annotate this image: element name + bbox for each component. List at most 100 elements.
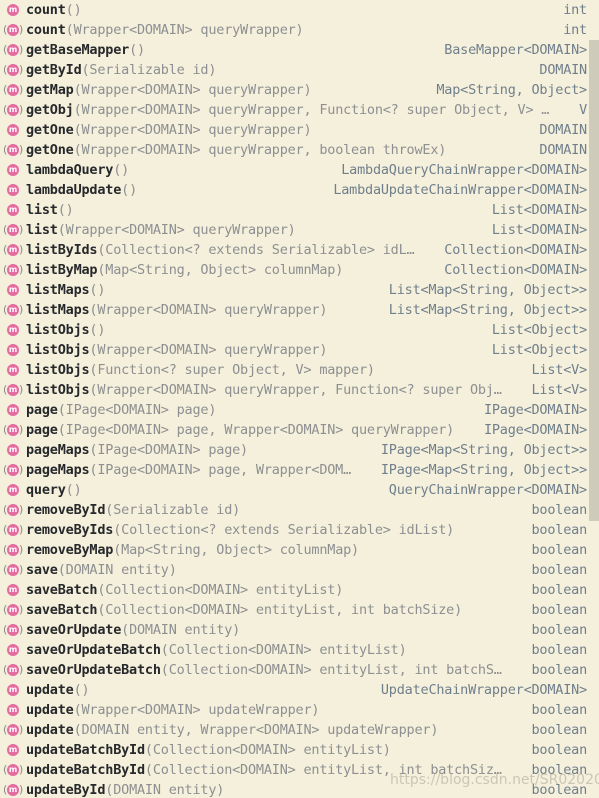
method-name: getOne — [26, 142, 74, 158]
completion-item[interactable]: (m) page(IPage<DOMAIN> page) IPage<DOMAIN> — [0, 400, 591, 420]
completion-item[interactable]: (m)updateBatchById(Collection<DOMAIN> en… — [0, 740, 591, 760]
return-type: boolean — [531, 722, 588, 738]
completion-signature: page(IPage<DOMAIN> page, Wrapper<DOMAIN>… — [26, 420, 470, 440]
method-parameters: (Map<String, Object> columnMap) — [113, 542, 359, 558]
completion-item[interactable]: (m) pageMaps(IPage<DOMAIN> page, Wrapper<… — [0, 460, 591, 480]
completion-item[interactable]: (m) query() QueryChainWrapper<DOMAIN> — [0, 480, 591, 500]
completion-signature: listByIds(Collection<? extends Serializa… — [26, 240, 430, 260]
method-name: updateBatchById — [26, 762, 145, 778]
completion-item[interactable]: (m) listMaps() List<Map<String, Object>> — [0, 280, 591, 300]
completion-item[interactable]: (m) lambdaUpdate() LambdaUpdateChainWrappe… — [0, 180, 591, 200]
completion-signature: getOne(Wrapper<DOMAIN> queryWrapper, boo… — [26, 140, 525, 160]
inherited-bracket-left-icon: ( — [3, 563, 8, 576]
completion-item[interactable]: (m)updateBatchById(Collection<DOMAIN> en… — [0, 760, 591, 780]
method-parameters: () — [121, 182, 137, 198]
inherited-bracket-right-icon: ) — [19, 223, 24, 236]
return-type: List<Object> — [491, 342, 587, 358]
method-name: list — [26, 202, 58, 218]
completion-signature: listObjs() — [26, 320, 478, 340]
return-type: BaseMapper<DOMAIN> — [444, 42, 587, 58]
method-name: lambdaUpdate — [26, 182, 122, 198]
method-parameters: () — [57, 202, 74, 218]
scrollbar-thumb[interactable] — [589, 40, 599, 521]
completion-item[interactable]: (m) getOne(Wrapper<DOMAIN> queryWrapper) D… — [0, 120, 591, 140]
inherited-bracket-left-icon: ( — [3, 663, 8, 676]
method-name: getBaseMapper — [26, 42, 130, 58]
completion-item[interactable]: (m) getById(Serializable id) DOMAIN — [0, 60, 591, 80]
completion-item[interactable]: (m) listByIds(Collection<? extends Serial… — [0, 240, 591, 260]
return-type: List<V> — [531, 382, 588, 398]
completion-item[interactable]: (m)saveBatch(Collection<DOMAIN> entityLi… — [0, 600, 591, 620]
completion-item[interactable]: (m) getOne(Wrapper<DOMAIN> queryWrapper, … — [0, 140, 591, 160]
completion-item[interactable]: (m) count(Wrapper<DOMAIN> queryWrapper) in… — [0, 20, 591, 40]
completion-item[interactable]: (m) getObj(Wrapper<DOMAIN> queryWrapper, … — [0, 100, 591, 120]
method-name: saveBatch — [26, 582, 98, 598]
completion-signature: saveBatch(Collection<DOMAIN> entityList) — [26, 580, 518, 600]
completion-item[interactable]: (m) update(Wrapper<DOMAIN> updateWrapper)… — [0, 700, 591, 720]
completion-list[interactable]: (m)count()int(m)count(Wrapper<DOMAIN> qu… — [0, 0, 591, 798]
method-parameters: (Wrapper<DOMAIN> queryWrapper, Function<… — [73, 102, 550, 118]
method-icon: (m) — [3, 102, 23, 118]
inherited-bracket-left-icon: ( — [3, 523, 8, 536]
return-type: List<DOMAIN> — [491, 222, 587, 238]
return-type: DOMAIN — [539, 142, 587, 158]
completion-item[interactable]: (m) getBaseMapper() BaseMapper<DOMAIN> — [0, 40, 591, 60]
completion-item[interactable]: (m) getMap(Wrapper<DOMAIN> queryWrapper) M… — [0, 80, 591, 100]
return-type: List<V> — [531, 362, 588, 378]
completion-item[interactable]: (m)saveBatch(Collection<DOMAIN> entityLi… — [0, 580, 591, 600]
completion-item[interactable]: (m) saveOrUpdate(DOMAIN entity) boolean — [0, 620, 591, 640]
return-type: IPage<DOMAIN> — [483, 422, 587, 438]
inherited-bracket-right-icon: ) — [19, 63, 24, 76]
completion-signature: list(Wrapper<DOMAIN> queryWrapper) — [26, 220, 478, 240]
completion-item[interactable]: (m) listObjs(Function<? super Object, V> … — [0, 360, 591, 380]
return-type: boolean — [531, 522, 588, 538]
completion-item[interactable]: (m) save(DOMAIN entity) boolean — [0, 560, 591, 580]
completion-item[interactable]: (m) listObjs() List<Object> — [0, 320, 591, 340]
method-icon: (m) — [3, 502, 24, 518]
completion-item[interactable]: (m) removeByIds(Collection<? extends Seri… — [0, 520, 591, 540]
completion-item[interactable]: (m)saveOrUpdateBatch(Collection<DOMAIN> … — [0, 640, 591, 660]
completion-item[interactable]: (m)listObjs(Wrapper<DOMAIN> queryWrapper… — [0, 340, 591, 360]
method-name: getMap — [26, 82, 74, 98]
method-glyph: m — [7, 64, 19, 76]
completion-item[interactable]: (m) listByMap(Map<String, Object> columnM… — [0, 260, 591, 280]
completion-item[interactable]: (m) lambdaQuery() LambdaQueryChainWrapper<… — [0, 160, 591, 180]
scrollbar-track[interactable] — [589, 0, 599, 798]
return-type: List<Map<String, Object>> — [388, 302, 587, 318]
method-icon: (m) — [4, 202, 21, 218]
completion-item[interactable]: (m) removeById(Serializable id) boolean — [0, 500, 591, 520]
return-type: boolean — [531, 742, 588, 758]
method-glyph: m — [7, 704, 19, 716]
completion-item[interactable]: (m) updateById(DOMAIN entity) boolean — [0, 780, 591, 798]
completion-item[interactable]: (m)listObjs(Wrapper<DOMAIN> queryWrapper… — [0, 380, 591, 400]
completion-item[interactable]: (m)saveOrUpdateBatch(Collection<DOMAIN> … — [0, 660, 591, 680]
inherited-bracket-left-icon: ( — [3, 63, 8, 76]
inherited-bracket-right-icon: ) — [19, 623, 24, 636]
method-parameters: (Collection<? extends Serializable> idLi… — [113, 522, 455, 538]
inherited-bracket-right-icon: ) — [19, 43, 24, 56]
completion-item[interactable]: (m) update() UpdateChainWrapper<DOMAIN> — [0, 680, 591, 700]
completion-signature: save(DOMAIN entity) — [26, 560, 518, 580]
completion-item[interactable]: (m) pageMaps(IPage<DOMAIN> page) IPage<Map… — [0, 440, 591, 460]
method-name: count — [26, 2, 66, 18]
inherited-bracket-left-icon: ( — [3, 783, 8, 796]
completion-item[interactable]: (m) update(DOMAIN entity, Wrapper<DOMAIN>… — [0, 720, 591, 740]
completion-signature: update() — [26, 680, 367, 700]
method-icon: (m) — [4, 642, 21, 658]
completion-item[interactable]: (m) removeByMap(Map<String, Object> colum… — [0, 540, 591, 560]
completion-signature: removeByIds(Collection<? extends Seriali… — [26, 520, 518, 540]
method-name: getOne — [26, 122, 74, 138]
method-name: pageMaps — [26, 442, 90, 458]
method-name: listObjs — [26, 382, 90, 398]
code-completion-popup[interactable]: (m)count()int(m)count(Wrapper<DOMAIN> qu… — [0, 0, 599, 798]
completion-item[interactable]: (m) listMaps(Wrapper<DOMAIN> queryWrapper… — [0, 300, 591, 320]
method-glyph: m — [7, 364, 19, 376]
completion-item[interactable]: (m) page(IPage<DOMAIN> page, Wrapper<DOMA… — [0, 420, 591, 440]
completion-item[interactable]: (m) list(Wrapper<DOMAIN> queryWrapper) Lis… — [0, 220, 591, 240]
completion-signature: lambdaQuery() — [26, 160, 327, 180]
completion-item[interactable]: (m) count() int — [0, 0, 591, 20]
inherited-bracket-right-icon: ) — [19, 503, 24, 516]
method-glyph: m — [7, 784, 19, 796]
completion-item[interactable]: (m) list() List<DOMAIN> — [0, 200, 591, 220]
method-name: saveOrUpdate — [26, 622, 122, 638]
